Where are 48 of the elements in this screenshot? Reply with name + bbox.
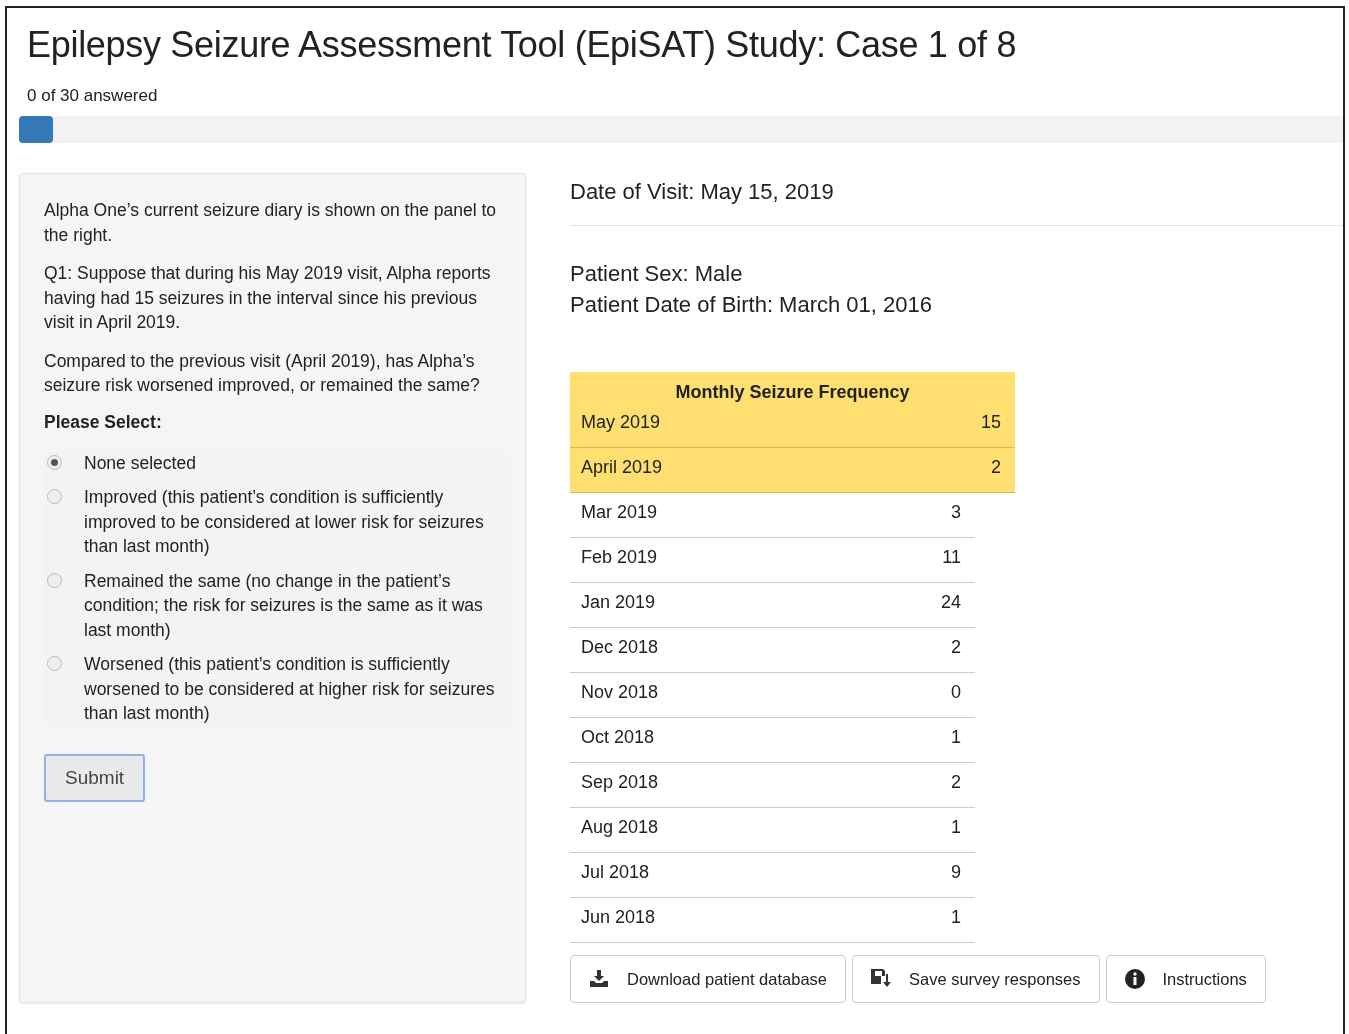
question-text: Compared to the previous visit (April 2019), has Alpha’s seizure risk worsened improved, or remained the same? — [44, 349, 481, 397]
action-button[interactable]: Save survey responses — [852, 955, 1100, 1003]
option-label[interactable]: Remained the same (no change in the patient’s condition; the risk for seizures is the same as it was last month) — [84, 568, 509, 642]
select-prompt: Please Select: — [44, 411, 163, 433]
count-cell-text: 2 — [951, 637, 961, 659]
info-icon — [1124, 969, 1145, 989]
option-label[interactable]: Worsened (this patient’s condition is sufficiently worsened to be considered at higher risk for seizures than last month) — [84, 652, 509, 726]
radio-button[interactable] — [47, 656, 62, 671]
question-text: Q1: Suppose that during his May 2019 visit, Alpha reports having had 15 seizures in the interval since his previous visit in April 2019. — [44, 262, 492, 334]
action-button[interactable]: Instructions — [1105, 955, 1266, 1003]
month-cell-text: Feb 2019 — [581, 547, 658, 569]
month-cell-text: Dec 2018 — [581, 637, 659, 659]
count-cell-text: 15 — [980, 412, 1001, 434]
count-cell-text: 24 — [940, 592, 961, 614]
month-cell-text: Mar 2019 — [581, 502, 658, 524]
visit-date: Date of Visit: May 15, 2019 — [570, 173, 1343, 226]
radio-button[interactable] — [47, 454, 62, 470]
month-cell-text: Nov 2018 — [581, 682, 659, 704]
option-label[interactable]: Improved (this patient’s condition is sufficiently improved to be considered at lower risk for seizures than last month) — [84, 485, 509, 559]
month-cell-text: Jan 2019 — [581, 592, 656, 614]
count-cell-text: 9 — [951, 862, 961, 884]
count-cell-text: 2 — [951, 772, 961, 794]
month-cell-text: May 2019 — [581, 412, 661, 434]
count-cell-text: 1 — [951, 727, 961, 749]
page-title: Epilepsy Seizure Assessment Tool (EpiSAT) Study: Case 1 of 8 — [27, 24, 1018, 66]
patient-info: Patient Date of Birth: March 01, 2016 — [570, 291, 933, 319]
month-cell-text: Jul 2018 — [581, 862, 650, 884]
action-button[interactable]: Download patient database — [570, 955, 846, 1003]
count-cell-text: 3 — [951, 502, 961, 524]
count-cell-text: 1 — [951, 907, 961, 929]
month-cell-text: Aug 2018 — [581, 817, 659, 839]
option-label[interactable]: None selected — [84, 450, 196, 475]
question-text: Alpha One’s current seizure diary is shown on the panel to the right. — [44, 199, 498, 247]
month-cell-text: Jun 2018 — [581, 907, 656, 929]
month-cell-text: April 2019 — [581, 457, 663, 479]
radio-button[interactable] — [47, 572, 62, 588]
month-cell-text: Sep 2018 — [581, 772, 659, 794]
patient-info: Patient Sex: Male — [570, 260, 744, 288]
progress-text: 0 of 30 answered — [27, 86, 159, 106]
month-cell-text: Oct 2018 — [581, 727, 655, 749]
count-cell-text: 0 — [951, 682, 961, 704]
submit-button[interactable]: Submit — [44, 753, 146, 802]
table-title: Monthly Seizure Frequency — [570, 372, 1015, 403]
count-cell-text: 11 — [942, 547, 961, 569]
download-icon — [589, 970, 609, 988]
count-cell-text: 1 — [951, 817, 961, 839]
count-cell-text: 2 — [991, 457, 1001, 479]
radio-button[interactable] — [47, 489, 62, 504]
